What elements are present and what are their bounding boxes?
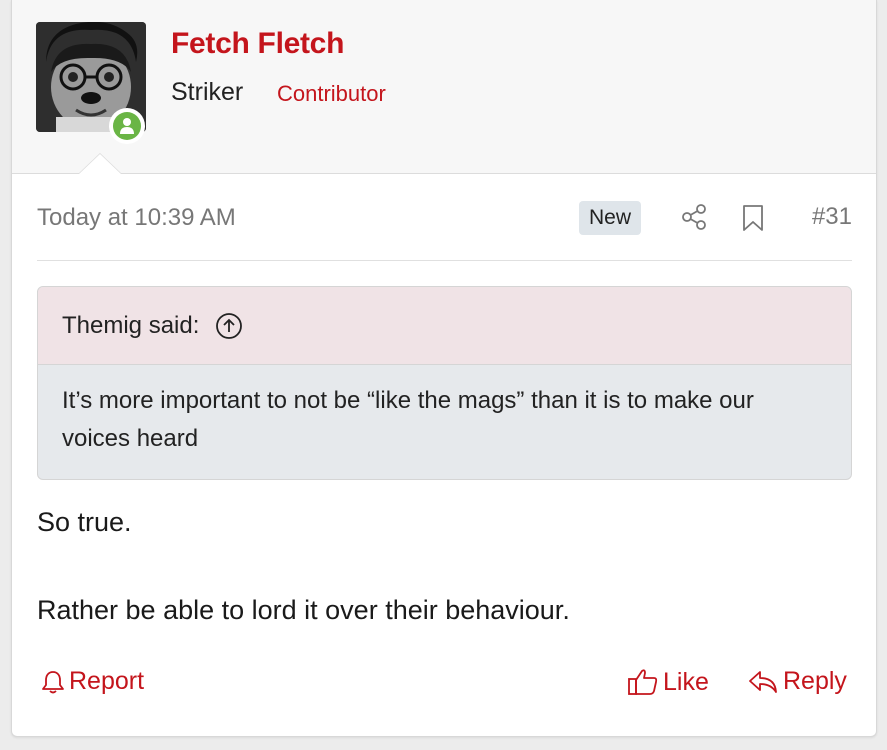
post-timestamp[interactable]: Today at 10:39 AM <box>37 204 236 232</box>
go-to-quote-icon[interactable] <box>215 312 243 340</box>
reply-button[interactable]: Reply <box>747 667 847 696</box>
quote-block: Themig said: It’s more important to not … <box>37 286 852 480</box>
like-button[interactable]: Like <box>627 667 709 697</box>
user-banner: Contributor <box>277 81 386 106</box>
header-pointer <box>78 153 122 174</box>
report-label: Report <box>69 667 145 695</box>
post-body: So true. Rather be able to lord it over … <box>37 500 570 632</box>
online-user-icon <box>120 118 134 134</box>
post-paragraph: Rather be able to lord it over their beh… <box>37 595 570 625</box>
quote-text: It’s more important to not be “like the … <box>62 387 754 452</box>
post-actions: Report Like Reply <box>37 667 852 703</box>
online-status-badge <box>109 108 145 144</box>
reply-arrow-icon <box>747 668 779 696</box>
post-number-link[interactable]: #31 <box>812 203 852 231</box>
username-link[interactable]: Fetch Fletch <box>171 27 344 61</box>
bookmark-icon[interactable] <box>741 204 765 237</box>
post-card: Fetch Fletch Striker Contributor Today a… <box>11 0 877 737</box>
user-title: Striker <box>171 78 244 106</box>
meta-divider <box>37 260 852 261</box>
new-badge: New <box>579 201 642 235</box>
post-meta: Today at 10:39 AM New #31 <box>37 196 852 240</box>
like-label: Like <box>663 667 709 696</box>
share-icon[interactable] <box>680 203 708 236</box>
user-header: Fetch Fletch Striker Contributor <box>12 0 876 174</box>
reply-label: Reply <box>783 667 847 695</box>
post-paragraph: So true. <box>37 507 132 537</box>
thumbs-up-icon <box>627 667 659 697</box>
report-button[interactable]: Report <box>41 667 144 696</box>
quote-author: Themig said: <box>62 311 200 339</box>
quote-header[interactable]: Themig said: <box>38 287 851 365</box>
bell-icon <box>41 669 65 695</box>
